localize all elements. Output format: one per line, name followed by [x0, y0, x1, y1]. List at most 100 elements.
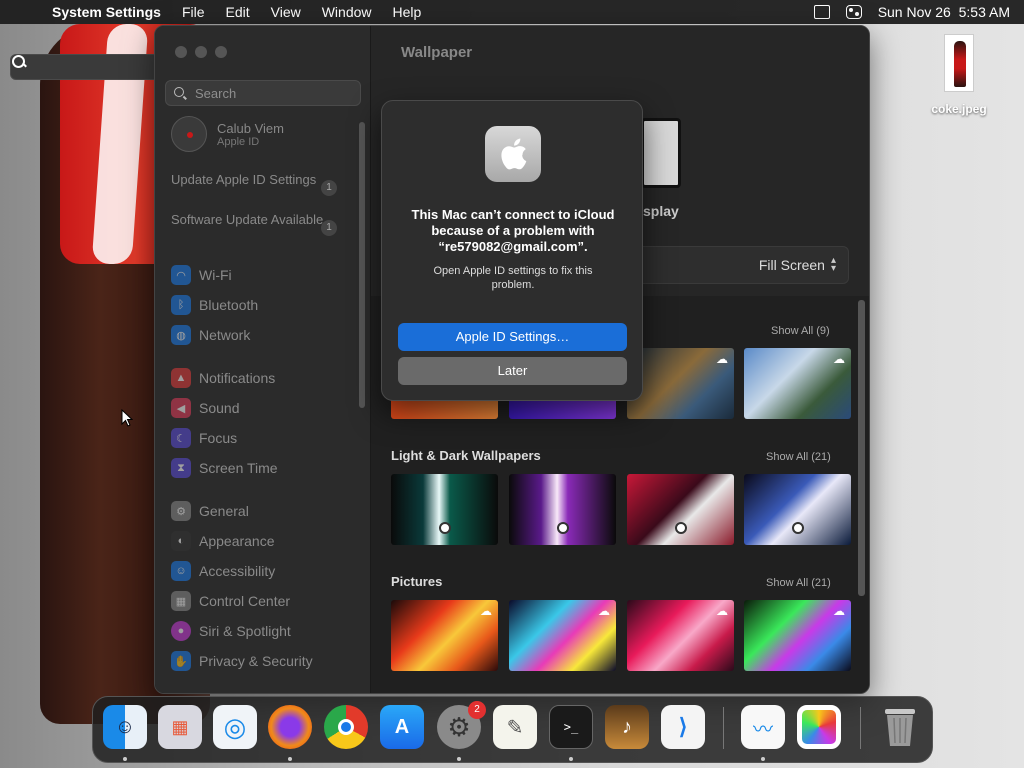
launchpad-icon[interactable]: ▦	[158, 705, 202, 749]
garageband-icon[interactable]: ♪	[605, 705, 649, 749]
running-indicator	[761, 757, 765, 761]
vscode-icon[interactable]: ⟩	[661, 705, 705, 749]
later-button[interactable]: Later	[398, 357, 627, 385]
fill-mode-select[interactable]: Fill Screen ▴ ▾	[635, 246, 849, 284]
notice-badge: 1	[321, 220, 337, 236]
window-controls	[175, 46, 227, 58]
speaker-icon: ◀	[171, 398, 191, 418]
wallpaper-thumbnail[interactable]: ☁	[509, 600, 616, 671]
textedit-icon[interactable]: ✎	[493, 705, 537, 749]
running-indicator	[457, 757, 461, 761]
firefox-icon[interactable]	[268, 705, 312, 749]
notification-badge: 2	[468, 701, 486, 719]
sidebar-item-control-center[interactable]: ▦ Control Center	[171, 591, 290, 611]
cloud-download-icon: ☁	[480, 604, 492, 618]
show-all-button[interactable]: Show All (9)	[771, 325, 830, 337]
update-apple-id-notice[interactable]: Update Apple ID Settings	[171, 172, 341, 188]
sidebar-item-label: Focus	[199, 430, 238, 446]
display-preview[interactable]	[641, 118, 681, 188]
appearance-icon: ◐	[171, 531, 191, 551]
wallpaper-thumbnail[interactable]	[509, 474, 616, 545]
hand-icon: ✋	[171, 651, 191, 671]
safari-icon[interactable]: ◎	[213, 705, 257, 749]
sidebar-item-appearance[interactable]: ◐ Appearance	[171, 531, 275, 551]
sidebar-item-privacy[interactable]: ✋ Privacy & Security	[171, 651, 313, 671]
accessibility-icon: ☺	[171, 561, 191, 581]
show-all-button[interactable]: Show All (21)	[766, 577, 831, 589]
software-update-notice[interactable]: Software Update Available	[171, 212, 341, 228]
sidebar-item-notifications[interactable]: ▲ Notifications	[171, 368, 275, 388]
sidebar-item-sound[interactable]: ◀ Sound	[171, 398, 239, 418]
screen-mirroring-icon[interactable]	[813, 5, 830, 19]
sidebar-item-label: Appearance	[199, 533, 275, 549]
light-dark-icon	[675, 522, 687, 534]
apple-id-profile[interactable]: Calub Viem Apple ID	[171, 116, 284, 152]
menu-file[interactable]: File	[182, 4, 205, 20]
sidebar-item-label: Screen Time	[199, 460, 278, 476]
menu-edit[interactable]: Edit	[226, 4, 250, 20]
sidebar-item-label: Siri & Spotlight	[199, 623, 291, 639]
trash-icon[interactable]	[878, 705, 922, 749]
control-center-icon: ▦	[171, 591, 191, 611]
app-store-icon[interactable]: A	[380, 705, 424, 749]
light-dark-icon	[439, 522, 451, 534]
wallpaper-thumbnail[interactable]	[627, 474, 734, 545]
search-field[interactable]: Search	[165, 80, 361, 106]
wallpaper-thumbnail[interactable]: ☁	[744, 600, 851, 671]
sidebar-item-accessibility[interactable]: ☺ Accessibility	[171, 561, 275, 581]
cloud-download-icon: ☁	[716, 604, 728, 618]
minimize-button[interactable]	[195, 46, 207, 58]
finder-icon[interactable]: ☺	[103, 705, 147, 749]
close-button[interactable]	[175, 46, 187, 58]
sidebar-item-siri[interactable]: ● Siri & Spotlight	[171, 621, 291, 641]
fill-mode-value: Fill Screen	[758, 257, 825, 273]
sidebar-item-general[interactable]: ⚙ General	[171, 501, 249, 521]
search-icon	[174, 86, 187, 100]
apple-id-settings-button[interactable]: Apple ID Settings…	[398, 323, 627, 351]
menu-window[interactable]: Window	[322, 4, 372, 20]
wifi-icon: ◠	[171, 265, 191, 285]
sidebar-item-network[interactable]: ◍ Network	[171, 325, 250, 345]
sidebar-item-wifi[interactable]: ◠ Wi-Fi	[171, 265, 232, 285]
cloud-download-icon: ☁	[598, 604, 610, 618]
bluetooth-icon: ᛒ	[171, 295, 191, 315]
sidebar-item-label: Notifications	[199, 370, 276, 386]
menu-view[interactable]: View	[271, 4, 301, 20]
gear-icon: ⚙	[171, 501, 191, 521]
photos-icon[interactable]	[797, 705, 841, 749]
desktop-file[interactable]: coke.jpeg	[924, 34, 994, 116]
sidebar-item-label: General	[199, 503, 249, 519]
wallpaper-thumbnail[interactable]	[744, 474, 851, 545]
wallpaper-thumbnail[interactable]: ☁	[391, 600, 498, 671]
menu-clock[interactable]: Sun Nov 26 5:53 AM	[878, 4, 1010, 20]
sidebar-item-focus[interactable]: ☾ Focus	[171, 428, 237, 448]
menu-app-name[interactable]: System Settings	[52, 4, 161, 20]
wallpaper-thumbnail[interactable]: ☁	[744, 348, 851, 419]
freeform-icon[interactable]: 〰	[741, 705, 785, 749]
wallpaper-thumbnail[interactable]	[391, 474, 498, 545]
menu-bar: System Settings File Edit View Window He…	[0, 0, 1024, 80]
dock-separator	[723, 707, 724, 749]
up-down-chevron-icon: ▴ ▾	[830, 255, 836, 274]
notice-badge: 1	[321, 180, 337, 196]
control-center-icon[interactable]	[845, 5, 862, 19]
menu-help[interactable]: Help	[393, 4, 422, 20]
gallery-scrollbar[interactable]	[858, 300, 865, 596]
zoom-button[interactable]	[215, 46, 227, 58]
show-all-button[interactable]: Show All (21)	[766, 451, 831, 463]
sidebar-scrollbar[interactable]	[359, 122, 365, 408]
terminal-icon[interactable]: >_	[549, 705, 593, 749]
siri-icon: ●	[171, 621, 191, 641]
sidebar-item-label: Network	[199, 327, 251, 343]
light-dark-icon	[792, 522, 804, 534]
section-title: Pictures	[391, 574, 443, 589]
mouse-pointer-icon	[121, 409, 133, 427]
sidebar-item-bluetooth[interactable]: ᛒ Bluetooth	[171, 295, 258, 315]
wallpaper-thumbnail[interactable]: ☁	[627, 348, 734, 419]
search-placeholder: Search	[195, 85, 237, 101]
light-dark-icon	[557, 522, 569, 534]
sidebar-item-screen-time[interactable]: ⧗ Screen Time	[171, 458, 278, 478]
chrome-icon[interactable]	[324, 705, 368, 749]
wallpaper-thumbnail[interactable]: ☁	[627, 600, 734, 671]
trash-can-shape	[885, 709, 915, 746]
